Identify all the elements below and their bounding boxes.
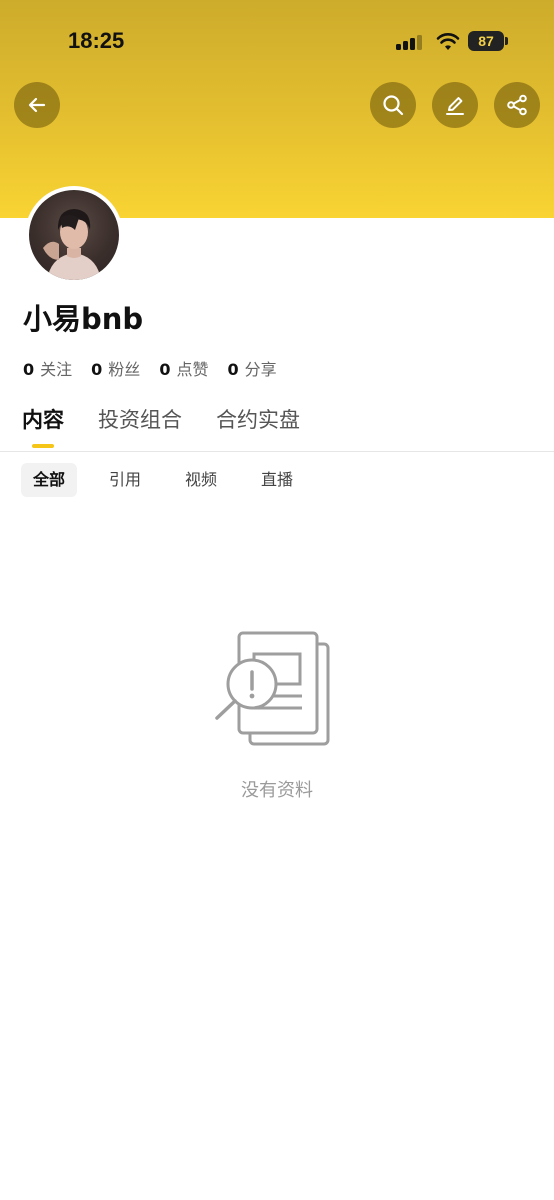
no-data-icon [212,628,334,750]
stat-label: 关注 [40,360,73,379]
arrow-left-icon [28,97,46,113]
avatar-ring[interactable] [25,186,123,284]
edit-button[interactable] [432,82,478,128]
tabs-divider [0,451,554,452]
status-bar: 18:25 87 [0,0,554,80]
battery-cap [505,37,508,45]
back-button[interactable] [14,82,60,128]
stat-shares[interactable]: 0 分享 [227,356,276,380]
wifi-icon [436,31,460,51]
stat-label: 分享 [244,360,277,379]
filter-videos[interactable]: 视频 [173,463,229,497]
tab-label: 内容 [22,408,64,432]
tab-portfolio[interactable]: 投资组合 [98,404,182,448]
edit-icon [446,97,464,115]
stat-following[interactable]: 0 关注 [23,356,72,380]
tab-label: 合约实盘 [216,408,300,432]
filter-live[interactable]: 直播 [249,463,305,497]
tab-label: 投资组合 [98,408,182,432]
battery-indicator: 87 [468,31,504,51]
cellular-signal-icon [396,34,426,50]
tab-contract-trading[interactable]: 合约实盘 [216,404,300,448]
avatar-photo [43,209,101,280]
share-button[interactable] [494,82,540,128]
stat-value: 0 [23,360,35,379]
content-filters: 全部 引用 视频 直播 [21,463,325,497]
profile-tabs: 内容 投资组合 合约实盘 [22,404,334,448]
stat-likes[interactable]: 0 点赞 [159,356,208,380]
profile-stats: 0 关注 0 粉丝 0 点赞 0 分享 [23,356,296,380]
stat-value: 0 [227,360,239,379]
stat-label: 点赞 [176,360,209,379]
status-time: 18:25 [68,28,125,53]
active-tab-indicator [32,444,54,448]
empty-state-message: 没有资料 [241,780,313,801]
search-icon [383,95,404,116]
filter-all[interactable]: 全部 [21,463,78,497]
tab-content[interactable]: 内容 [22,404,64,448]
profile-username: 小易bnb [23,302,144,336]
stat-followers[interactable]: 0 粉丝 [91,356,140,380]
share-icon [507,94,527,116]
stat-value: 0 [91,360,103,379]
search-button[interactable] [370,82,416,128]
avatar [29,190,119,280]
stat-value: 0 [159,360,171,379]
stat-label: 粉丝 [108,360,141,379]
filter-quotes[interactable]: 引用 [97,463,153,497]
